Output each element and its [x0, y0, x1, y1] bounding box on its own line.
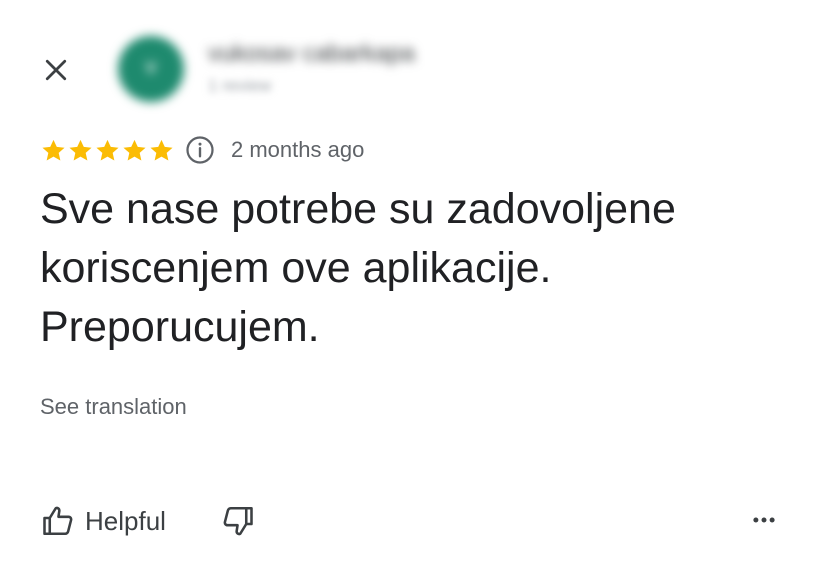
- close-icon: [45, 59, 67, 81]
- close-button[interactable]: [36, 50, 76, 90]
- review-text: Sve nase potrebe su zadovoljene koriscen…: [40, 185, 676, 351]
- helpful-label: Helpful: [85, 505, 166, 536]
- see-translation-link[interactable]: See translation: [40, 394, 187, 420]
- review-detail-panel: V vukosav cabarkapa 1 review 2 months ag…: [0, 0, 828, 567]
- author-meta: 1 review: [208, 76, 272, 95]
- review-actions: Helpful: [40, 500, 256, 542]
- avatar[interactable]: V: [118, 36, 184, 102]
- author-name[interactable]: vukosav cabarkapa: [208, 40, 415, 68]
- thumbs-down-icon: [223, 506, 253, 536]
- more-options-button[interactable]: [744, 500, 784, 540]
- star-icon: [123, 139, 146, 161]
- thumbs-up-icon: [43, 506, 73, 536]
- star-icon: [150, 139, 173, 161]
- star-icon: [96, 139, 119, 161]
- info-icon: [186, 136, 214, 164]
- not-helpful-button[interactable]: [220, 503, 256, 539]
- rating-row: 2 months ago: [40, 134, 364, 166]
- star-rating: [40, 137, 175, 164]
- star-icon: [42, 139, 65, 161]
- helpful-button[interactable]: Helpful: [40, 503, 166, 539]
- review-date: 2 months ago: [231, 137, 365, 162]
- star-icon: [69, 139, 92, 161]
- more-horizontal-icon: [753, 517, 775, 523]
- info-button[interactable]: [185, 135, 215, 165]
- avatar-initial: V: [145, 60, 157, 77]
